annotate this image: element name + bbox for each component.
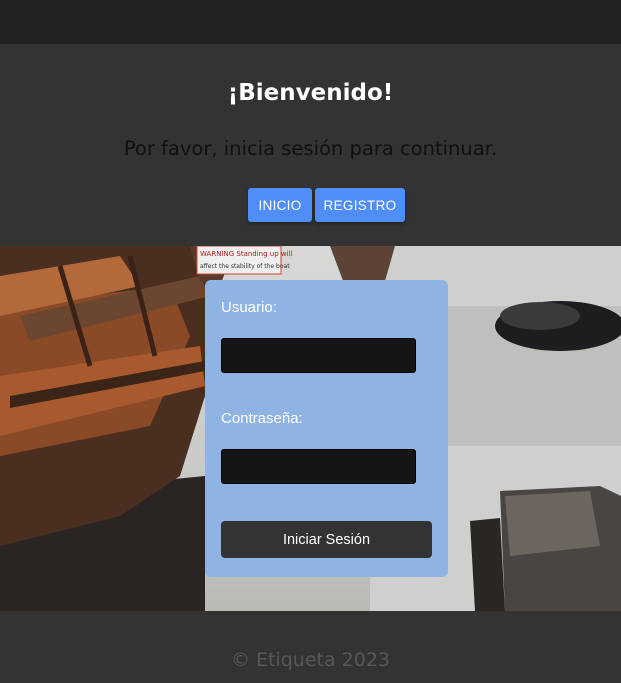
login-prompt: Por favor, inicia sesión para continuar. (123, 137, 498, 160)
top-navbar (0, 0, 621, 44)
page-footer: © Etiqueta 2023 (0, 611, 621, 683)
welcome-title: ¡Bienvenido! (227, 80, 394, 106)
password-label: Contraseña: (221, 410, 303, 427)
warning-sign-line1: WARNING Standing up will (200, 250, 293, 258)
warning-sign-line2: affect the stability of the boat (200, 263, 290, 270)
username-label: Usuario: (221, 299, 277, 316)
login-submit-button[interactable]: Iniciar Sesión (221, 521, 432, 558)
inicio-button[interactable]: INICIO (248, 188, 312, 222)
copyright-text: © Etiqueta 2023 (230, 649, 391, 671)
password-input[interactable] (221, 449, 416, 484)
login-form: Usuario: Contraseña: Iniciar Sesión (205, 280, 448, 577)
registro-button[interactable]: REGISTRO (315, 188, 405, 222)
auth-nav: INICIO REGISTRO (248, 188, 405, 222)
username-input[interactable] (221, 338, 416, 373)
hero-section: ¡Bienvenido! Por favor, inicia sesión pa… (0, 44, 621, 246)
